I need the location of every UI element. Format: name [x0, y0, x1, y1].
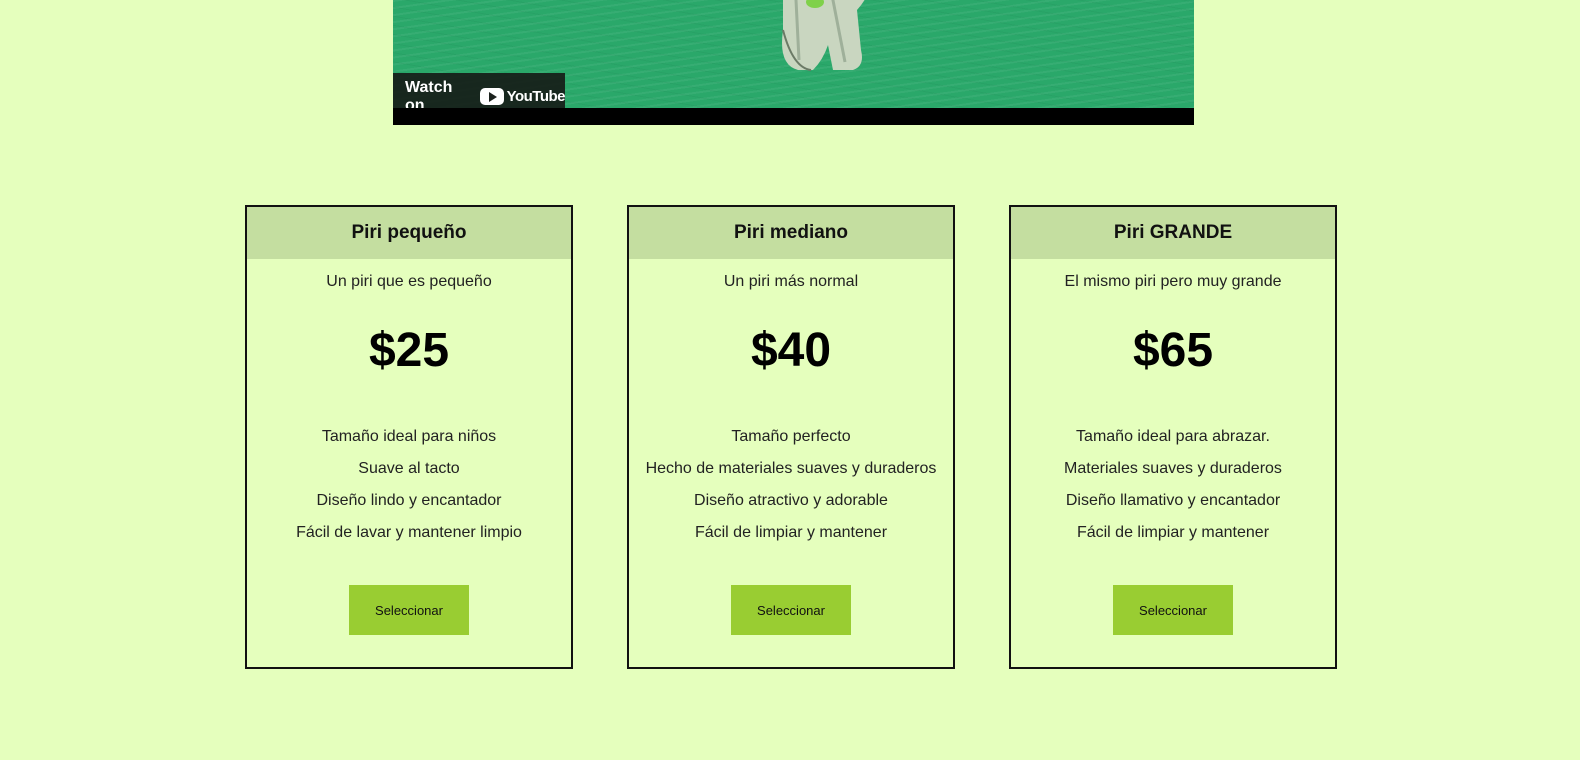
- select-large-button[interactable]: Seleccionar: [1113, 585, 1233, 635]
- feature-list: Tamaño ideal para niños Suave al tacto D…: [247, 421, 571, 549]
- card-title: Piri mediano: [629, 207, 953, 259]
- pricing-card-small: Piri pequeño Un piri que es pequeño $25 …: [245, 205, 573, 669]
- watch-on-youtube-link[interactable]: Watch on YouTube: [393, 73, 566, 109]
- feature-item: Fácil de limpiar y mantener: [1076, 524, 1270, 541]
- watch-on-label: Watch on: [405, 78, 453, 109]
- feature-item: Tamaño ideal para abrazar.: [1076, 428, 1270, 445]
- youtube-play-icon: [479, 88, 504, 105]
- card-price: $40: [750, 324, 832, 377]
- card-price: $65: [1132, 324, 1214, 377]
- select-medium-button[interactable]: Seleccionar: [731, 585, 851, 635]
- feature-item: Suave al tacto: [358, 460, 460, 477]
- feature-item: Tamaño perfecto: [731, 428, 851, 445]
- card-description: Un piri que es pequeño: [326, 273, 492, 290]
- youtube-wordmark: YouTube: [506, 88, 566, 105]
- pricing-card-large: Piri GRANDE El mismo piri pero muy grand…: [1009, 205, 1337, 669]
- feature-list: Tamaño ideal para abrazar. Materiales su…: [1011, 421, 1335, 549]
- feature-item: Diseño atractivo y adorable: [694, 492, 888, 509]
- feature-item: Hecho de materiales suaves y duraderos: [645, 460, 937, 477]
- feature-item: Tamaño ideal para niños: [321, 428, 497, 445]
- feature-item: Fácil de limpiar y mantener: [694, 524, 888, 541]
- card-title: Piri pequeño: [247, 207, 571, 259]
- feature-item: Materiales suaves y duraderos: [1064, 460, 1282, 477]
- feature-item: Fácil de lavar y mantener limpio: [296, 524, 522, 541]
- card-description: Un piri más normal: [723, 273, 859, 290]
- pricing-card-medium: Piri mediano Un piri más normal $40 Tama…: [627, 205, 955, 669]
- card-title: Piri GRANDE: [1011, 207, 1335, 259]
- feature-item: Diseño llamativo y encantador: [1065, 492, 1281, 509]
- card-description: El mismo piri pero muy grande: [1064, 273, 1282, 290]
- card-price: $25: [368, 324, 450, 377]
- select-small-button[interactable]: Seleccionar: [349, 585, 469, 635]
- plush-figure-image: [782, 0, 865, 71]
- feature-list: Tamaño perfecto Hecho de materiales suav…: [629, 421, 953, 549]
- feature-item: Diseño lindo y encantador: [316, 492, 502, 509]
- video-embed[interactable]: Watch on YouTube: [393, 0, 1194, 125]
- youtube-logo: YouTube: [479, 88, 566, 105]
- video-thumbnail[interactable]: Watch on YouTube: [393, 0, 1194, 108]
